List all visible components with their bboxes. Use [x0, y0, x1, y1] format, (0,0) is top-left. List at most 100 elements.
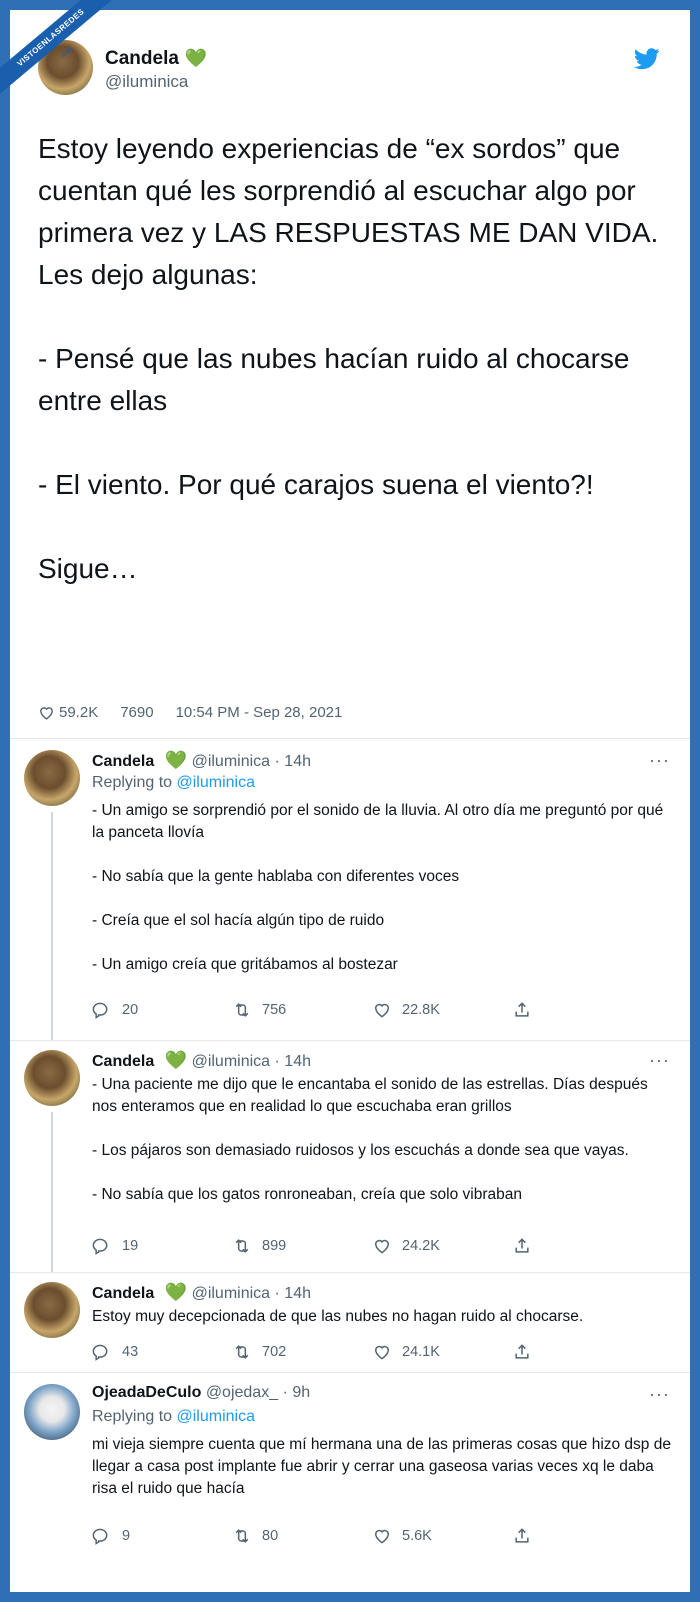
retweet-button[interactable]: 899 [232, 1236, 372, 1256]
like-count-text: 59.2K [59, 704, 99, 721]
like-count: 24.1K [402, 1344, 440, 1360]
like-button[interactable]: 22.8K [372, 1000, 512, 1020]
like-button[interactable]: 24.1K [372, 1342, 512, 1362]
retweet-button[interactable]: 80 [232, 1526, 372, 1546]
reply-tweet-4[interactable]: OjeadaDeCulo @ojedax_ · 9h ··· Replying … [24, 1384, 684, 1584]
reply-tweet-2[interactable]: Candela 💚 @iluminica · 14h ··· - Una pac… [24, 1050, 684, 1272]
more-options-icon[interactable]: ··· [649, 750, 670, 771]
reply-count: 20 [122, 1002, 139, 1018]
retweet-button[interactable]: 756 [232, 1000, 372, 1020]
screenshot-card: VISTOENLASREDES .com Candela 💚 @iluminica… [0, 0, 690, 1592]
action-bar: 19 899 24.2K [92, 1236, 652, 1256]
action-bar: 20 756 22.8K [92, 1000, 652, 1020]
main-tweet-header: Candela 💚 @iluminica [38, 40, 668, 100]
retweet-count: 702 [262, 1344, 287, 1360]
heart-outline-icon [40, 707, 53, 720]
reply-text: - Un amigo se sorprendió por el sonido d… [92, 802, 664, 973]
divider [10, 1272, 690, 1273]
action-bar: 9 80 5.6K [92, 1526, 652, 1546]
green-heart-icon: 💚 [164, 750, 188, 770]
retweet-count: 756 [262, 1002, 287, 1018]
tweet-timestamp[interactable]: 10:54 PM - Sep 28, 2021 [176, 704, 343, 721]
author-name[interactable]: OjeadaDeCulo [92, 1384, 201, 1401]
reply-header: Candela 💚 @iluminica · 14h [92, 1282, 311, 1303]
heart-outline-icon [374, 1003, 390, 1018]
reply-button[interactable]: 43 [92, 1342, 232, 1362]
reply-icon [92, 1528, 108, 1545]
reply-text: mi vieja siempre cuenta que mí hermana u… [92, 1436, 676, 1497]
reply-header: Candela 💚 @iluminica · 14h [92, 1050, 311, 1071]
green-heart-icon: 💚 [164, 1282, 188, 1302]
reply-time[interactable]: · 14h [275, 1285, 311, 1302]
like-button[interactable]: 24.2K [372, 1236, 512, 1256]
more-options-icon[interactable]: ··· [649, 1050, 670, 1071]
reply-count: 43 [122, 1344, 139, 1360]
reply-icon [92, 1002, 108, 1019]
retweet-button[interactable]: 702 [232, 1342, 372, 1362]
reply-button[interactable]: 20 [92, 1000, 232, 1020]
share-button[interactable] [512, 1236, 652, 1256]
share-icon [515, 1344, 529, 1359]
twitter-bird-icon[interactable] [634, 48, 660, 70]
share-icon [515, 1238, 529, 1253]
replying-to-link[interactable]: @iluminica [177, 1408, 255, 1425]
like-count: 5.6K [402, 1528, 432, 1544]
avatar[interactable] [24, 750, 80, 806]
reply-tweet-3[interactable]: Candela 💚 @iluminica · 14h Estoy muy dec… [24, 1282, 684, 1392]
reply-count: 9 [122, 1528, 131, 1544]
divider [10, 1040, 690, 1041]
retweet-icon [235, 1239, 249, 1253]
like-count: 24.2K [402, 1238, 440, 1254]
reply-time[interactable]: · 9h [283, 1384, 311, 1401]
replying-prefix: Replying to [92, 774, 173, 791]
reply-icon [92, 1238, 108, 1255]
reply-time[interactable]: · 14h [275, 753, 311, 770]
author-handle[interactable]: @ojedax_ [206, 1384, 278, 1401]
main-tweet-meta: 59.2K 7690 10:54 PM - Sep 28, 2021 [38, 704, 342, 721]
share-button[interactable] [512, 1526, 652, 1546]
replying-to: Replying to @iluminica [92, 774, 255, 792]
thread-line [51, 812, 53, 1040]
green-heart-icon: 💚 [184, 48, 208, 68]
avatar[interactable] [24, 1050, 80, 1106]
share-icon [515, 1002, 529, 1017]
reply-icon [92, 1344, 108, 1361]
heart-outline-icon [374, 1529, 390, 1544]
reply-tweet-1[interactable]: Candela 💚 @iluminica · 14h ··· Replying … [24, 750, 684, 1040]
retweet-count: 80 [262, 1528, 279, 1544]
author-handle[interactable]: @iluminica [192, 1053, 270, 1070]
reply-count: 19 [122, 1238, 139, 1254]
like-count[interactable]: 59.2K [38, 704, 98, 721]
author-handle[interactable]: @iluminica [192, 753, 270, 770]
like-count: 22.8K [402, 1002, 440, 1018]
retweet-count: 899 [262, 1238, 287, 1254]
avatar[interactable] [24, 1282, 80, 1338]
avatar[interactable] [24, 1384, 80, 1440]
share-icon [515, 1528, 529, 1543]
retweet-icon [235, 1529, 249, 1543]
more-options-icon[interactable]: ··· [649, 1384, 670, 1405]
main-tweet-text: Estoy leyendo experiencias de “ex sordos… [38, 133, 659, 584]
reply-button[interactable]: 19 [92, 1236, 232, 1256]
author-name[interactable]: Candela [92, 1285, 154, 1302]
replying-to-link[interactable]: @iluminica [177, 774, 255, 791]
heart-outline-icon [374, 1239, 390, 1254]
retweet-icon [235, 1003, 249, 1017]
share-button[interactable] [512, 1342, 652, 1362]
divider [10, 738, 690, 739]
retweet-count[interactable]: 7690 [120, 704, 153, 721]
author-name[interactable]: Candela [92, 1053, 154, 1070]
share-button[interactable] [512, 1000, 652, 1020]
replying-to: Replying to @iluminica [92, 1408, 255, 1426]
reply-time[interactable]: · 14h [275, 1053, 311, 1070]
author-name[interactable]: Candela [92, 753, 154, 770]
action-bar: 43 702 24.1K [92, 1342, 652, 1362]
reply-text: Estoy muy decepcionada de que las nubes … [92, 1308, 584, 1325]
like-button[interactable]: 5.6K [372, 1526, 512, 1546]
author-handle[interactable]: @iluminica [105, 72, 188, 92]
replying-prefix: Replying to [92, 1408, 173, 1425]
author-name[interactable]: Candela 💚 [105, 48, 207, 70]
green-heart-icon: 💚 [164, 1050, 188, 1070]
author-handle[interactable]: @iluminica [192, 1285, 270, 1302]
reply-button[interactable]: 9 [92, 1526, 232, 1546]
